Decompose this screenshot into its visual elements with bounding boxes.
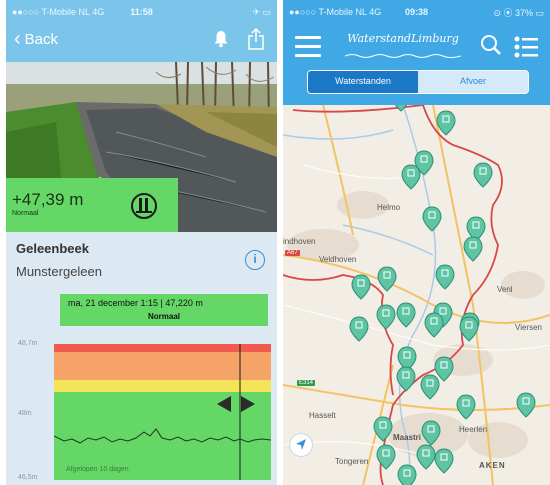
nav-row: ‹ Back [6,27,277,56]
station-marker[interactable] [516,392,536,418]
station-marker[interactable] [420,374,440,400]
station-marker[interactable] [416,444,436,470]
top-bar: ●●○○○ T-Mobile NL 4G 11:58 ✈ ▭ ‹ Back [6,0,277,62]
share-icon[interactable] [247,27,265,55]
back-label: Back [24,30,59,48]
list-icon[interactable] [514,36,538,63]
band-red [54,344,271,352]
station-detail-screen: ●●○○○ T-Mobile NL 4G 11:58 ✈ ▭ ‹ Back +4… [6,0,277,485]
station-marker[interactable] [463,236,483,262]
tooltip-date-value: ma, 21 december 1:15 | 47,220 m [68,298,203,308]
map-label-helmond: Helmo [377,203,401,212]
station-marker[interactable] [397,464,417,485]
back-button[interactable]: ‹ Back [14,28,59,50]
status-right: ⊙ ⦿ 37% ▭ [493,7,544,18]
station-marker[interactable] [401,164,421,190]
map-view[interactable]: Helmo indhoven Veldhoven Venl Viersen Ha… [283,105,550,485]
menu-icon[interactable] [295,36,321,57]
info-icon[interactable]: i [245,250,265,270]
chevron-left-icon: ‹ [14,28,21,50]
locate-button[interactable] [289,433,313,457]
y-label-bottom: 46,5m [18,474,38,481]
segmented-control: Waterstanden Afvoer [307,70,529,94]
tooltip-status: Normaal [147,312,180,321]
band-yellow [54,380,271,392]
station-marker[interactable] [456,394,476,420]
level-value: +47,39 m [12,190,84,209]
station-marker[interactable] [424,312,444,338]
tab-waterstanden[interactable]: Waterstanden [308,71,418,93]
road-e314: E314 [297,380,316,386]
station-marker[interactable] [435,264,455,290]
station-marker[interactable] [434,448,454,474]
station-marker[interactable] [434,356,454,382]
map-label-aken: AKEN [479,461,506,470]
map-top-bar: ●●○○○ T-Mobile NL 4G 09:38 ⊙ ⦿ 37% ▭ Wat… [283,0,550,105]
bell-icon[interactable] [213,30,229,53]
map-screen: ●●○○○ T-Mobile NL 4G 09:38 ⊙ ⦿ 37% ▭ Wat… [283,0,550,485]
map-label-hasselt: Hasselt [309,411,336,420]
search-icon[interactable] [480,34,502,61]
status-bar: ●●○○○ T-Mobile NL 4G 09:38 ⊙ ⦿ 37% ▭ [289,6,544,18]
status-carrier: ●●○○○ T-Mobile NL 4G [12,7,105,17]
chart-nav-arrows [217,396,255,417]
arrow-left-icon[interactable] [217,396,231,417]
logo-wave-icon [344,46,462,64]
y-label-mid: 48m [18,410,32,417]
status-carrier: ●●○○○ T-Mobile NL 4G [289,7,382,17]
station-marker[interactable] [376,304,396,330]
level-status: Normaal [12,210,39,217]
station-marker[interactable] [422,206,442,232]
status-time: 11:58 [130,7,153,17]
status-time: 09:38 [404,7,429,17]
station-marker[interactable] [351,274,371,300]
location-arrow-icon [290,439,312,460]
map-label-maastricht: Maastri [393,433,422,442]
station-marker[interactable] [349,316,369,342]
station-marker[interactable] [396,302,416,328]
map-label-heerlen: Heerlen [459,425,488,434]
app-logo: WaterstandLimburg [347,32,459,45]
road-a67: A67 [285,250,300,256]
y-label-top: 48,7m [18,340,38,347]
gauge-icon [130,192,158,225]
band-orange [54,352,271,380]
map-label-viersen: Viersen [515,323,542,332]
status-bar: ●●○○○ T-Mobile NL 4G 11:58 ✈ ▭ [12,6,271,18]
map-label-veldhoven: Veldhoven [319,255,357,264]
station-marker[interactable] [436,110,456,136]
station-marker[interactable] [377,266,397,292]
status-right: ✈ ▭ [252,6,271,17]
arrow-right-icon[interactable] [241,396,255,417]
chart-footer: Afgelopen 10 dagen [66,466,129,473]
map-label-venlo: Venl [497,285,513,294]
map-label-tongeren: Tongeren [335,457,369,466]
place-name: Munstergeleen [16,264,102,279]
tab-afvoer[interactable]: Afvoer [418,71,528,93]
map-label-eindhoven: indhoven [283,237,316,246]
river-name: Geleenbeek [16,241,89,256]
station-marker[interactable] [473,162,493,188]
